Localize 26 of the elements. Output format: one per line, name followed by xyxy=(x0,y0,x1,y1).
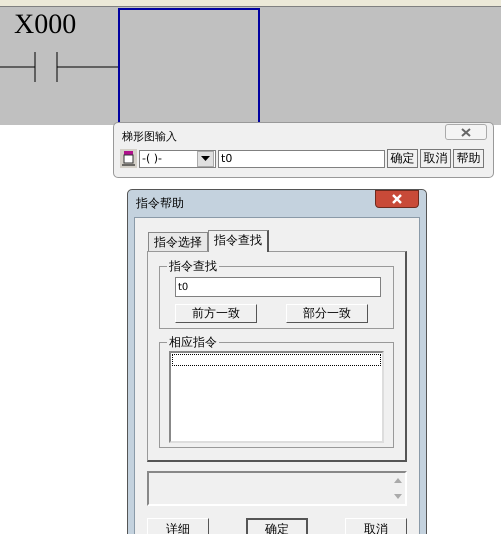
tab[interactable]: 指令查找 xyxy=(208,230,269,252)
dialog-button[interactable]: 详细 xyxy=(147,518,209,534)
close-button[interactable] xyxy=(445,124,487,140)
dialog-button[interactable]: 取消 xyxy=(345,518,407,534)
contact-icon xyxy=(0,52,118,82)
close-icon xyxy=(460,128,472,136)
match-button[interactable]: 部分一致 xyxy=(286,304,368,323)
tab[interactable]: 指令选择 xyxy=(148,232,208,251)
dialog-button[interactable]: 确定 xyxy=(387,149,418,168)
dialog-button[interactable]: 取消 xyxy=(420,149,451,168)
dialog-title: 梯形图输入 xyxy=(122,128,177,144)
search-field[interactable]: t0 xyxy=(175,277,381,297)
ladder-symbol-icon[interactable] xyxy=(120,149,137,168)
dialog-button[interactable]: 确定 xyxy=(246,518,308,534)
close-button[interactable] xyxy=(375,190,419,208)
contact-label: X000 xyxy=(14,10,76,40)
dialog-title: 指令帮助 xyxy=(135,195,184,212)
match-button[interactable]: 前方一致 xyxy=(175,304,257,323)
group-label: 指令查找 xyxy=(167,259,219,273)
instruction-input[interactable]: t0 xyxy=(218,150,385,168)
dialog-button[interactable]: 帮助 xyxy=(453,149,484,168)
dropdown-arrow-icon xyxy=(201,156,210,161)
group-label: 相应指令 xyxy=(167,335,219,349)
close-icon xyxy=(391,194,403,204)
focus-row[interactable] xyxy=(172,354,381,366)
instruction-dropdown[interactable]: -( )- xyxy=(139,150,216,168)
